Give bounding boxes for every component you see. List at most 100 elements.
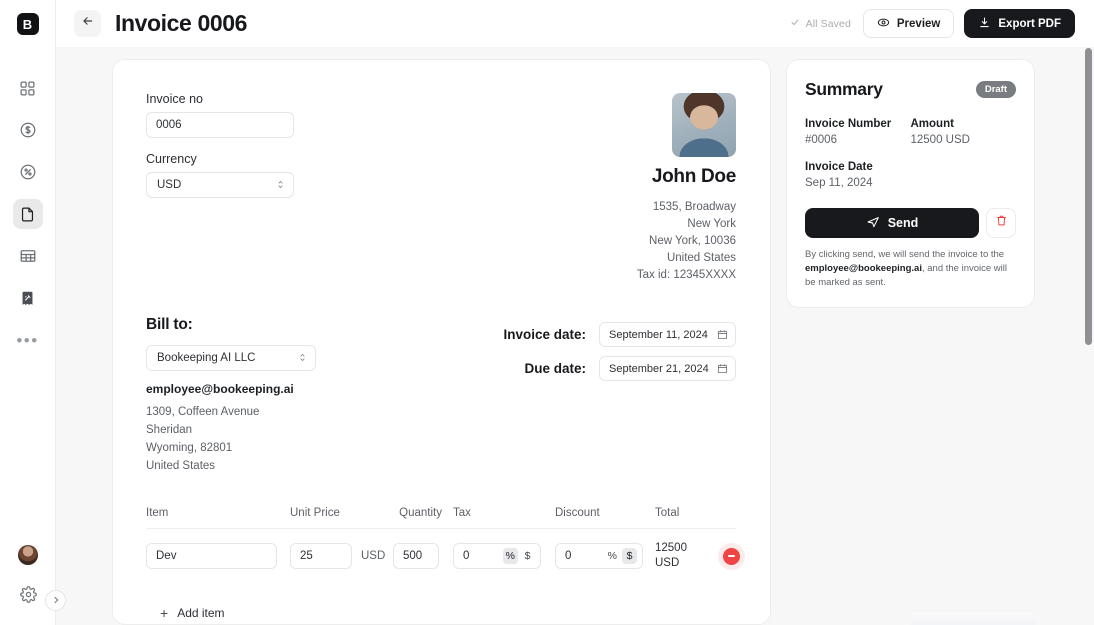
status-badge: Draft [975, 81, 1016, 98]
tax-field: 0 % $ [453, 543, 541, 570]
bill-to-email: employee@bookeeping.ai [146, 382, 294, 397]
summary-invoice-date-value: Sep 11, 2024 [805, 177, 873, 189]
column-header-total: Total [655, 506, 680, 519]
add-item-label: Add item [177, 605, 225, 620]
summary-card: Summary Draft Invoice Number #0006 Amoun… [786, 59, 1035, 309]
sender-address-line: New York [687, 217, 736, 230]
invoice-date-row: Invoice date: September 11, 2024 [503, 322, 736, 348]
summary-invoice-date-label: Invoice Date [805, 161, 873, 173]
receipt-magic-icon [19, 290, 36, 307]
vertical-scrollbar[interactable] [1085, 48, 1092, 345]
sender-address-line: 1535, Broadway [652, 201, 736, 213]
document-icon [19, 206, 36, 223]
gear-icon [19, 585, 37, 603]
tax-unit-percent[interactable]: % [502, 548, 518, 565]
floating-widget-partial[interactable] [911, 612, 1036, 625]
sidebar-item-dashboard[interactable] [13, 73, 43, 103]
bill-to-section: Bill to: Bookeeping AI LLC employee@book… [146, 316, 316, 475]
line-items-table: Item Unit Price Quantity Tax Discount To… [146, 506, 740, 624]
sender-name: John Doe [651, 166, 736, 187]
cell-total: 12500 USD [655, 541, 707, 572]
sidebar-item-more[interactable]: ••• [13, 325, 43, 355]
invoice-no-input[interactable] [146, 112, 294, 138]
chevron-updown-icon [276, 178, 285, 193]
sender-tax-id: Tax id: 12345XXXX [636, 268, 736, 281]
sidebar: B ••• [0, 0, 66, 625]
sidebar-item-receipts[interactable] [13, 283, 43, 313]
sidebar-item-ledger[interactable] [13, 241, 43, 271]
unit-price-currency: USD [361, 550, 386, 563]
discount-unit-dollar[interactable]: $ [622, 548, 637, 565]
avatar[interactable] [18, 545, 38, 565]
cell-remove [707, 547, 740, 565]
top-toolbar: Invoice 0006 All Saved Preview Export PD… [56, 0, 1094, 47]
bill-to-company-value: Bookeeping AI LLC [157, 352, 256, 365]
invoice-dates: Invoice date: September 11, 2024 Due dat… [503, 316, 736, 475]
summary-amount-value: 12500 USD [910, 134, 970, 146]
send-label: Send [887, 216, 919, 230]
send-plane-icon [866, 215, 880, 232]
tax-unit-dollar[interactable]: $ [520, 548, 535, 564]
bill-to-company-select[interactable]: Bookeeping AI LLC [146, 345, 316, 372]
minus-icon [728, 555, 735, 558]
main-area: Invoice 0006 All Saved Preview Export PD… [56, 0, 1094, 625]
discount-field: 0 % $ [555, 543, 643, 570]
sidebar-item-invoices[interactable] [12, 199, 43, 229]
discount-value[interactable]: 0 [565, 550, 605, 562]
bill-to-address-line: United States [146, 459, 216, 472]
sidebar-item-settings[interactable] [13, 579, 43, 609]
cell-unit-price: USD [290, 543, 393, 570]
discount-unit-percent[interactable]: % [605, 548, 620, 564]
sidebar-item-payments[interactable] [13, 115, 43, 145]
app-logo[interactable]: B [16, 13, 39, 35]
item-name-input[interactable] [146, 543, 277, 570]
due-date-input[interactable]: September 21, 2024 [599, 356, 736, 382]
more-icon: ••• [16, 330, 39, 350]
cell-discount: 0 % $ [555, 543, 655, 570]
preview-button[interactable]: Preview [862, 9, 955, 38]
arrow-left-icon [81, 14, 95, 33]
app-logo-letter: B [22, 16, 33, 32]
save-status: All Saved [790, 17, 853, 30]
export-pdf-label: Export PDF [998, 17, 1061, 30]
sidebar-item-taxes[interactable] [13, 157, 43, 187]
disclaimer-email: employee@bookeeping.ai [805, 263, 922, 275]
invoice-date-input[interactable]: September 11, 2024 [599, 322, 736, 348]
invoice-meta-fields: Invoice no Currency USD [146, 92, 294, 283]
content-area: Invoice no Currency USD John Doe [56, 47, 1094, 625]
sender-photo[interactable] [672, 93, 736, 157]
tax-value[interactable]: 0 [463, 550, 503, 562]
back-button[interactable] [74, 10, 101, 37]
table-icon [19, 247, 37, 265]
summary-invoice-date: Invoice Date Sep 11, 2024 [805, 161, 1016, 189]
quantity-input[interactable] [393, 543, 439, 570]
invoice-editor-card: Invoice no Currency USD John Doe [112, 59, 771, 625]
cell-quantity [393, 543, 453, 570]
invoice-no-label: Invoice no [146, 92, 203, 106]
send-button[interactable]: Send [805, 208, 979, 238]
dashboard-grid-icon [19, 80, 36, 97]
app-root: B ••• Invoice 0006 All Saved Preview Exp… [0, 0, 1094, 625]
remove-item-button[interactable] [723, 547, 740, 565]
chevron-right-icon [51, 592, 61, 610]
bill-to-address-line: Sheridan [146, 424, 193, 437]
export-pdf-button[interactable]: Export PDF [964, 9, 1075, 38]
delete-invoice-button[interactable] [986, 208, 1016, 238]
preview-label: Preview [896, 17, 941, 30]
expand-sidebar-button[interactable] [45, 590, 66, 611]
due-date-label: Due date: [524, 361, 586, 377]
sender-address: 1535, Broadway New York New York, 10036 … [637, 199, 736, 283]
summary-title: Summary [805, 79, 883, 99]
unit-price-input[interactable] [290, 543, 352, 570]
discount-unit-toggle: % $ [605, 548, 637, 565]
cell-item [146, 543, 290, 570]
bill-to-address: 1309, Coffeen Avenue Sheridan Wyoming, 8… [146, 404, 316, 475]
invoice-date-value: September 11, 2024 [609, 328, 708, 341]
plus-icon: + [160, 604, 169, 621]
column-header-discount: Discount [555, 506, 600, 519]
add-item-button[interactable]: + Add item [160, 606, 225, 620]
table-row: USD 0 % $ [146, 529, 740, 572]
summary-amount-label: Amount [910, 118, 954, 130]
calendar-icon [717, 329, 728, 340]
currency-select[interactable]: USD [146, 172, 294, 198]
